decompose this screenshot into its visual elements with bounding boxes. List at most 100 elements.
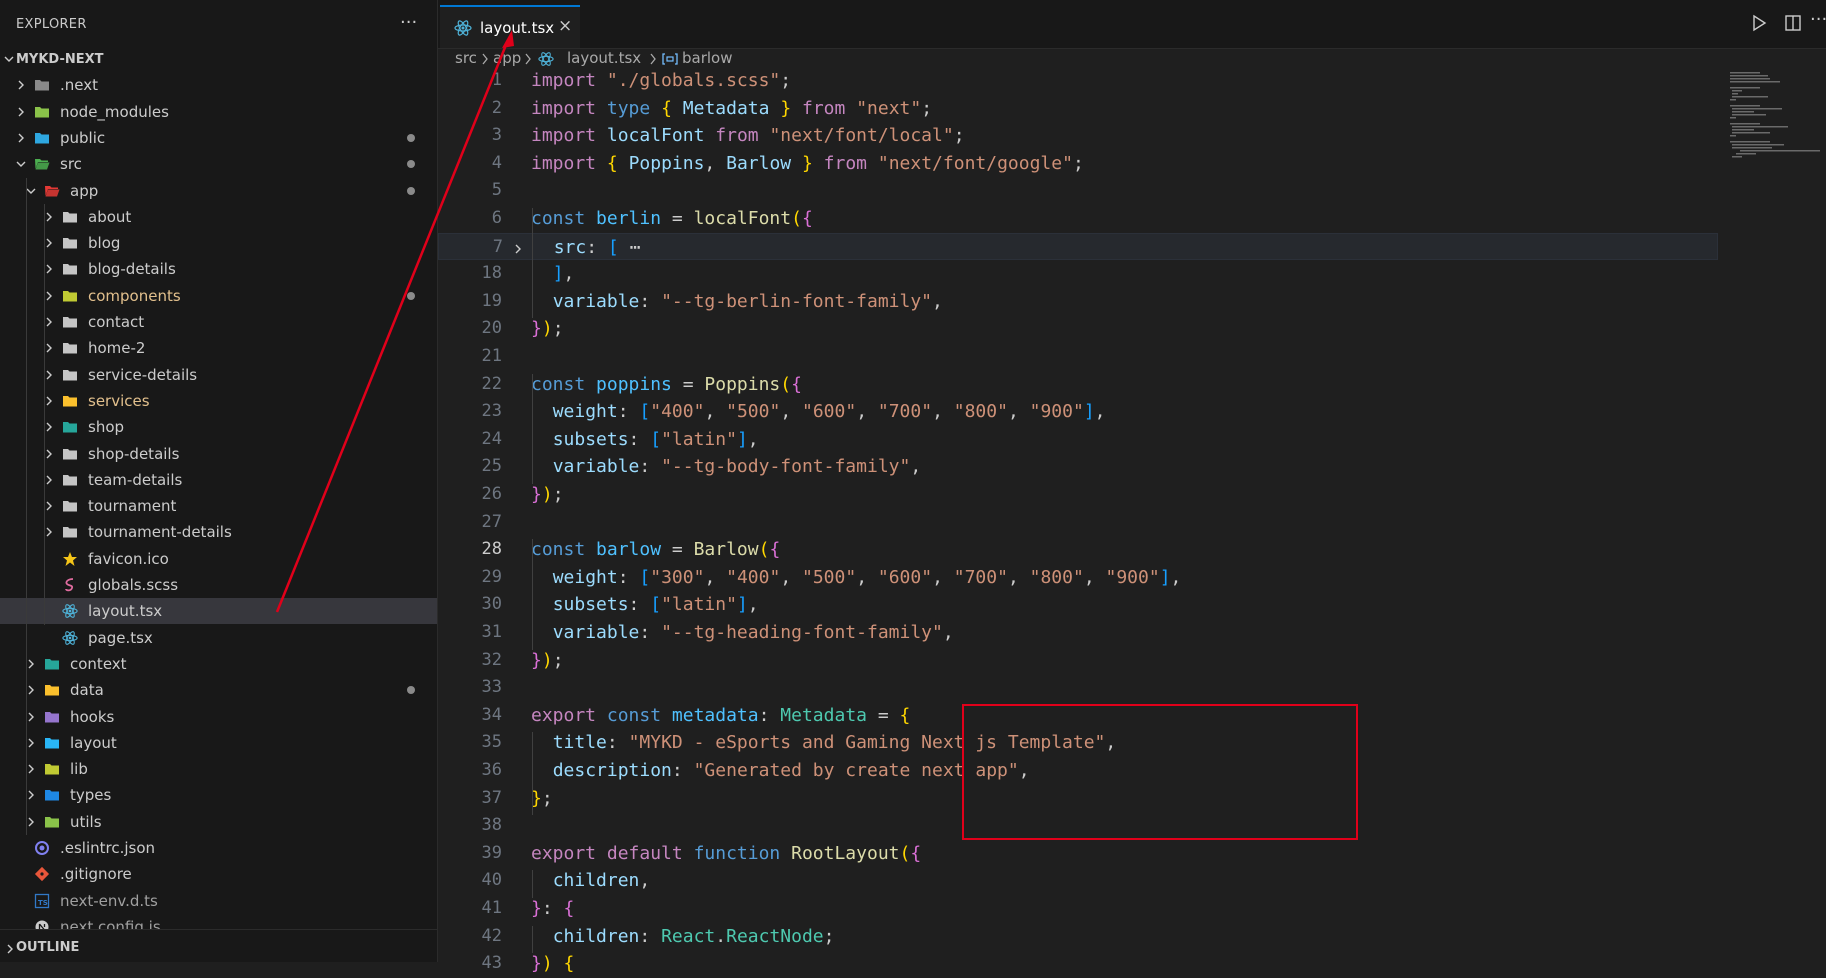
code-text: });: [531, 650, 564, 671]
split-editor-icon[interactable]: [1784, 14, 1802, 36]
line-number: 42: [481, 925, 502, 946]
outline-label: OUTLINE: [16, 940, 80, 955]
code-line[interactable]: 29 weight: ["300", "400", "500", "600", …: [438, 564, 1718, 592]
tree-folder[interactable]: service-details: [0, 362, 437, 388]
code-token: ]: [736, 428, 748, 450]
lib-folder-icon: [44, 761, 60, 777]
minimap[interactable]: [1730, 70, 1822, 160]
tree-folder[interactable]: context: [0, 651, 437, 677]
code-line[interactable]: 2 import type { Metadata } from "next";: [438, 95, 1718, 123]
tree-folder[interactable]: tournament-details: [0, 519, 437, 545]
code-line[interactable]: 1 import "./globals.scss";: [438, 67, 1718, 95]
tree-folder[interactable]: .next: [0, 72, 437, 98]
tree-folder[interactable]: blog-details: [0, 256, 437, 282]
tree-folder[interactable]: data: [0, 677, 437, 703]
code-line[interactable]: 25 variable: "--tg-body-font-family",: [438, 453, 1718, 481]
chevron-down-icon[interactable]: [2, 52, 16, 66]
code-token: "400": [650, 401, 705, 423]
tree-folder[interactable]: components: [0, 283, 437, 309]
tree-folder[interactable]: public: [0, 125, 437, 151]
react-icon: [454, 19, 472, 41]
code-line[interactable]: 26});: [438, 481, 1718, 509]
tree-folder[interactable]: team-details: [0, 467, 437, 493]
code-line[interactable]: 39 export default function RootLayout({: [438, 840, 1718, 868]
breadcrumb-item-src[interactable]: src: [455, 49, 477, 67]
code-line[interactable]: 28 const barlow = Barlow({: [438, 536, 1718, 564]
code-line[interactable]: 27: [438, 509, 1718, 537]
code-text: variable: "--tg-body-font-family",: [531, 456, 921, 477]
breadcrumb-item-symbol[interactable]: barlow: [682, 49, 733, 67]
code-line[interactable]: 41}: {: [438, 895, 1718, 923]
more-actions-icon[interactable]: ···: [400, 12, 417, 33]
code-line[interactable]: 7 src: [ ⋯: [438, 232, 1718, 261]
tree-folder[interactable]: home-2: [0, 335, 437, 361]
chevron-right-icon[interactable]: [14, 78, 28, 92]
code-line[interactable]: 5: [438, 177, 1718, 205]
tree-folder[interactable]: src: [0, 151, 437, 177]
breadcrumb-item-file[interactable]: layout.tsx: [567, 49, 641, 67]
code-text: children,: [531, 870, 651, 891]
code-token: }: [531, 649, 542, 671]
code-line[interactable]: 19 variable: "--tg-berlin-font-family",: [438, 288, 1718, 316]
tree-file[interactable]: favicon.ico: [0, 546, 437, 572]
code-line[interactable]: 18 ],: [438, 260, 1718, 288]
run-icon[interactable]: [1750, 14, 1768, 36]
code-token: title: [552, 732, 607, 754]
code-line[interactable]: 24 subsets: ["latin"],: [438, 426, 1718, 454]
close-icon[interactable]: ×: [558, 16, 572, 36]
breadcrumb-item-app[interactable]: app: [493, 49, 521, 67]
code-token: :: [758, 704, 781, 726]
code-line[interactable]: 22 const poppins = Poppins({: [438, 371, 1718, 399]
code-token: from: [823, 152, 868, 174]
code-line[interactable]: 32});: [438, 647, 1718, 675]
code-line[interactable]: 30 subsets: ["latin"],: [438, 591, 1718, 619]
tree-file[interactable]: .eslintrc.json: [0, 835, 437, 861]
code-text: }) {: [531, 953, 574, 974]
tree-file[interactable]: .gitignore: [0, 861, 437, 887]
tree-folder[interactable]: contact: [0, 309, 437, 335]
code-line[interactable]: 20});: [438, 315, 1718, 343]
tree-file[interactable]: layout.tsx: [0, 598, 437, 625]
tree-item-label: page.tsx: [88, 628, 153, 647]
chevron-right-icon[interactable]: [14, 131, 28, 145]
tree-folder[interactable]: app: [0, 178, 437, 204]
tree-folder[interactable]: lib: [0, 756, 437, 782]
code-line[interactable]: 33: [438, 674, 1718, 702]
tree-root[interactable]: MYKD-NEXT: [0, 46, 437, 72]
tree-folder[interactable]: utils: [0, 809, 437, 835]
code-token: {: [606, 152, 618, 174]
chevron-right-icon[interactable]: [14, 105, 28, 119]
chevron-right-icon[interactable]: [4, 940, 16, 959]
tree-folder[interactable]: node_modules: [0, 99, 437, 125]
code-line[interactable]: 3 import localFont from "next/font/local"…: [438, 122, 1718, 150]
tree-folder[interactable]: layout: [0, 730, 437, 756]
code-text: const barlow = Barlow({: [531, 539, 780, 560]
tree-file[interactable]: globals.scss: [0, 572, 437, 598]
code-line[interactable]: 23 weight: ["400", "500", "600", "700", …: [438, 398, 1718, 426]
code-line[interactable]: 42 children: React.ReactNode;: [438, 923, 1718, 951]
code-line[interactable]: 43}) {: [438, 950, 1718, 978]
code-line[interactable]: 21: [438, 343, 1718, 371]
more-actions-icon[interactable]: ···: [1810, 9, 1826, 30]
outline-section[interactable]: OUTLINE: [0, 929, 437, 962]
code-line[interactable]: 40 children,: [438, 867, 1718, 895]
tree-folder[interactable]: tournament: [0, 493, 437, 519]
tree-file[interactable]: TS next-env.d.ts: [0, 888, 437, 914]
tree-folder[interactable]: blog: [0, 230, 437, 256]
tree-folder[interactable]: services: [0, 388, 437, 414]
chevron-down-icon[interactable]: [14, 157, 28, 171]
code-line[interactable]: 6 const berlin = localFont({: [438, 205, 1718, 233]
tree-folder[interactable]: shop: [0, 414, 437, 440]
code-line[interactable]: 31 variable: "--tg-heading-font-family",: [438, 619, 1718, 647]
tab-layout-tsx[interactable]: layout.tsx ×: [440, 5, 580, 48]
code-token: "900": [1029, 401, 1084, 423]
fold-chevron-icon[interactable]: [511, 240, 525, 261]
tree-item-label: tournament-details: [88, 523, 232, 542]
tree-folder[interactable]: hooks: [0, 704, 437, 730]
tree-folder[interactable]: about: [0, 204, 437, 230]
tree-file[interactable]: page.tsx: [0, 625, 437, 651]
tree-folder[interactable]: shop-details: [0, 441, 437, 467]
tree-folder[interactable]: types: [0, 782, 437, 808]
code-line[interactable]: 4 import { Poppins, Barlow } from "next/f…: [438, 150, 1718, 178]
